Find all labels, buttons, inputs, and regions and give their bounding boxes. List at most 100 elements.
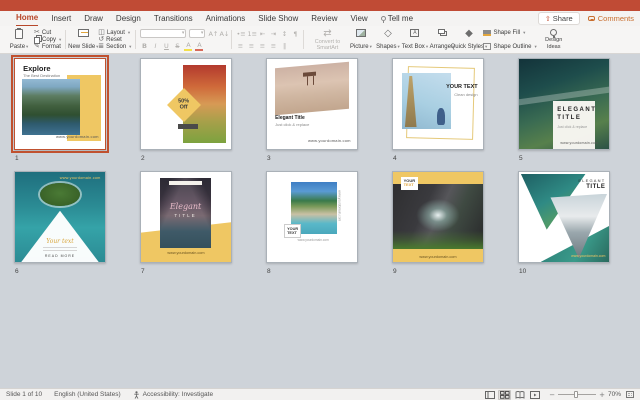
slide-thumbnail-6[interactable]: www.yourdomain.com Your text READ MORE 6 <box>14 171 106 275</box>
align-center-button[interactable]: ≡ <box>247 42 255 50</box>
slide-title: ELEGANT <box>557 107 591 113</box>
shrink-font-button[interactable]: A↓ <box>219 30 227 38</box>
shape-outline-button[interactable]: Shape Outline <box>483 43 536 50</box>
line-spacing-button[interactable]: ↕ <box>280 30 288 38</box>
tab-draw[interactable]: Draw <box>84 12 103 26</box>
traveler-temple-photo <box>402 73 451 129</box>
zoom-out-button[interactable]: − <box>549 391 555 399</box>
slide-sorter-view-button[interactable] <box>498 390 511 400</box>
section-button[interactable]: ≣ Section <box>98 43 131 50</box>
slide-9-canvas: YOUR TEXT www.yourdomain.com <box>392 171 484 263</box>
slide-thumbnail-3[interactable]: Elegant Title Just click & replace www.y… <box>266 58 358 162</box>
columns-button[interactable]: ∥ <box>280 42 288 50</box>
slide-thumbnail-7[interactable]: Elegant TITLE www.yourdomain.com 7 <box>140 171 232 275</box>
slide-thumbnail-1[interactable]: Explore The Best Destination www.yourdom… <box>14 58 106 162</box>
numbering-button[interactable]: 1≡ <box>247 30 255 38</box>
bullets-button[interactable]: •≡ <box>236 30 244 38</box>
indent-less-button[interactable]: ⇤ <box>258 30 266 38</box>
tab-design[interactable]: Design <box>116 12 141 26</box>
slide-title: Elegant Title <box>275 115 305 121</box>
accessibility-status[interactable]: Accessibility: Investigate <box>133 391 213 399</box>
normal-view-button[interactable] <box>483 390 496 400</box>
read-more-label: READ MORE <box>45 254 75 258</box>
tab-review[interactable]: Review <box>311 12 337 26</box>
slide-thumbnail-8[interactable]: YOURTEXT www.yourdomain.com www.yourdoma… <box>266 171 358 275</box>
align-right-button[interactable]: ≡ <box>258 42 266 50</box>
canyon-waterfall-photo <box>393 184 483 250</box>
strikethrough-button[interactable]: S <box>173 42 181 50</box>
quick-styles-button[interactable]: ◆ Quick Styles <box>456 28 481 51</box>
slide-2-canvas: 50%Off <box>140 58 232 150</box>
slide-number: 4 <box>393 155 484 162</box>
slide-show-button[interactable] <box>528 390 541 400</box>
slide-6-canvas: www.yourdomain.com Your text READ MORE <box>14 171 106 263</box>
bold-button[interactable]: B <box>140 42 148 50</box>
slide-3-canvas: Elegant Title Just click & replace www.y… <box>266 58 358 150</box>
indent-more-button[interactable]: ⇥ <box>269 30 277 38</box>
picture-button[interactable]: Picture <box>348 28 373 51</box>
shapes-button[interactable]: ◇ Shapes <box>375 28 400 51</box>
slide-number: 10 <box>519 268 610 275</box>
grow-font-button[interactable]: A↑ <box>208 30 216 38</box>
slide-counter: Slide 1 of 10 <box>6 391 42 398</box>
website-url: www.yourdomain.com <box>393 255 483 259</box>
slide-thumbnail-2[interactable]: 50%Off 2 <box>140 58 232 162</box>
script-heading: Your text <box>46 238 73 245</box>
tab-insert[interactable]: Insert <box>51 12 71 26</box>
website-url: www.yourdomain.com <box>56 134 99 139</box>
picture-icon <box>356 29 366 37</box>
paste-button[interactable]: Paste <box>6 28 32 51</box>
cut-button[interactable]: ✂ Cut <box>34 29 61 36</box>
fit-to-window-button[interactable] <box>626 391 634 398</box>
tab-slide-show[interactable]: Slide Show <box>258 12 298 26</box>
new-slide-icon <box>78 29 89 37</box>
design-ideas-icon <box>550 29 557 36</box>
design-ideas-button[interactable]: Design Ideas <box>539 28 569 51</box>
slide-sorter-icon <box>500 391 510 399</box>
tab-animations[interactable]: Animations <box>206 12 246 26</box>
font-color-button[interactable]: A <box>195 41 203 51</box>
share-button[interactable]: ⇧ Share <box>538 12 580 25</box>
slide-thumbnail-5[interactable]: ELEGANT TITLE Just click & replace www.y… <box>518 58 610 162</box>
slide-thumbnail-10[interactable]: ELEGANT TITLE www.yourdomain.com 10 <box>518 171 610 275</box>
language-indicator[interactable]: English (United States) <box>54 391 120 398</box>
align-left-button[interactable]: ≡ <box>236 42 244 50</box>
your-text-label: YOURTEXT <box>284 224 301 238</box>
share-icon: ⇧ <box>545 15 551 23</box>
island-aerial <box>40 183 80 206</box>
ribbon-home: Paste ✂ Cut Copy ✎ Format <box>0 26 640 54</box>
format-painter-icon: ✎ <box>34 43 40 50</box>
zoom-slider-handle[interactable] <box>574 391 578 398</box>
comments-button[interactable]: Comments <box>588 14 634 23</box>
your-text-label: YOUR TEXT <box>401 177 418 189</box>
shape-fill-button[interactable]: Shape Fill <box>483 29 536 36</box>
slide-thumbnail-9[interactable]: YOUR TEXT www.yourdomain.com 9 <box>392 171 484 275</box>
zoom-slider[interactable] <box>558 394 596 395</box>
convert-smartart-button[interactable]: ⇄ Convert to SmartArt <box>308 28 346 51</box>
text-box-icon: A <box>410 29 419 37</box>
divider-line <box>43 247 77 248</box>
format-painter-button[interactable]: ✎ Format <box>34 43 61 50</box>
font-size-select[interactable] <box>189 29 205 38</box>
underline-button[interactable]: U <box>162 42 170 50</box>
tab-view[interactable]: View <box>351 12 368 26</box>
copy-button[interactable]: Copy <box>34 36 61 43</box>
font-name-select[interactable] <box>140 29 186 38</box>
tab-transitions[interactable]: Transitions <box>154 12 193 26</box>
new-slide-button[interactable]: New Slide <box>70 28 96 51</box>
tab-home[interactable]: Home <box>16 11 38 27</box>
reading-view-button[interactable] <box>513 390 526 400</box>
temple-tower <box>405 76 417 127</box>
justify-button[interactable]: ≡ <box>269 42 277 50</box>
zoom-in-button[interactable]: + <box>599 391 605 399</box>
reading-view-icon <box>515 391 525 399</box>
cta-button-shape <box>178 124 198 129</box>
highlight-button[interactable]: A <box>184 41 192 51</box>
text-box-button[interactable]: A Text Box <box>402 28 427 51</box>
italic-button[interactable]: I <box>151 42 159 50</box>
slide-thumbnail-4[interactable]: YOUR TEXT Clean design 4 <box>392 58 484 162</box>
slide-number: 7 <box>141 268 232 275</box>
text-direction-button[interactable]: ¶ <box>291 30 299 38</box>
zoom-percentage[interactable]: 70% <box>608 391 621 398</box>
tell-me-button[interactable]: Tell me <box>381 12 413 26</box>
